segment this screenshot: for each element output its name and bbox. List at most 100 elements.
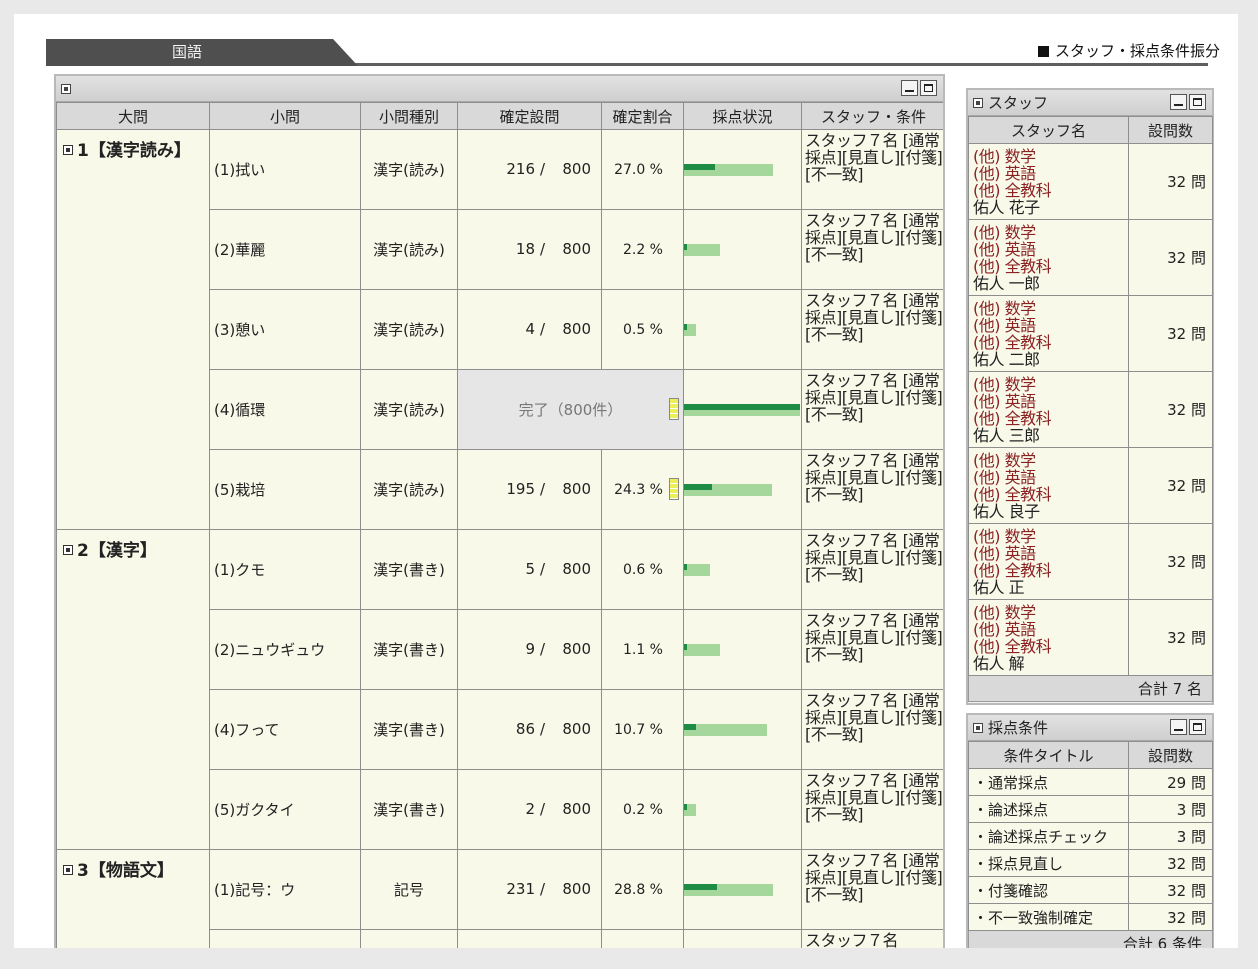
minor-question-cell[interactable]: (5)栽培 [209, 449, 361, 530]
staff-name-cell: (他) 数学 (他) 英語 (他) 全教科 佑人 花子 [968, 143, 1129, 220]
question-grid-header [56, 76, 943, 102]
criteria-row[interactable]: ・付箋確認 32 問 [968, 876, 1213, 904]
staff-question-count: 32 問 [1128, 295, 1213, 372]
criteria-title: ・論述採点 [968, 795, 1129, 823]
maximize-icon[interactable] [1189, 94, 1206, 110]
minor-question-cell[interactable]: (2)ニュウギュウ [209, 609, 361, 690]
minor-question-cell[interactable] [209, 929, 361, 948]
question-row[interactable]: 1【漢字読み】 (1)拭い 漢字(読み) 216/800 27.0 % スタッフ７名 [通… [56, 129, 943, 530]
question-type-cell: 記号 [360, 849, 458, 930]
staff-condition-cell[interactable]: スタッフ７名 [通常採点][見直し][付箋][不一致] [801, 849, 943, 930]
staff-name: 佑人 三郎 [973, 426, 1040, 445]
staff-name-cell: (他) 数学 (他) 英語 (他) 全教科 佑人 解 [968, 599, 1129, 676]
question-table-header-row: 大問 小問 小問種別 確定設問 確定割合 採点状況 スタッフ・条件 [56, 102, 943, 130]
question-type-cell: 漢字(読み) [360, 369, 458, 450]
criteria-question-count: 3 問 [1128, 795, 1213, 823]
criteria-row[interactable]: ・採点見直し 32 問 [968, 849, 1213, 877]
staff-condition-cell[interactable]: スタッフ７名 [通常採点][見直し][付箋][不一致] [801, 289, 943, 370]
criteria-title: ・論述採点チェック [968, 822, 1129, 850]
collapse-icon[interactable] [63, 865, 73, 875]
staff-condition-cell[interactable]: スタッフ７名 [通常採点][見直し][付箋][不一致] [801, 129, 943, 210]
staff-role: (他) 英語 [973, 240, 1036, 259]
staff-row[interactable]: (他) 数学 (他) 英語 (他) 全教科 佑人 一郎 32 問 [968, 219, 1213, 296]
minor-question-cell[interactable]: (5)ガクタイ [209, 769, 361, 850]
minor-question-cell[interactable]: (4)循環 [209, 369, 361, 450]
minor-question-cell[interactable]: (3)憩い [209, 289, 361, 370]
staff-question-count: 32 問 [1128, 599, 1213, 676]
confirmed-count: 86 [515, 720, 535, 738]
staff-condition-cell[interactable]: スタッフ７名 [通常採点][見直し][付箋][不一致] [801, 769, 943, 850]
staff-condition-cell[interactable]: スタッフ７名 [801, 929, 943, 948]
col-header-staff-cond[interactable]: スタッフ・条件 [801, 102, 943, 130]
minor-question-cell[interactable]: (2)華麗 [209, 209, 361, 290]
staff-role: (他) 数学 [973, 603, 1036, 622]
minor-question-cell[interactable]: (1)拭い [209, 129, 361, 210]
staff-name-cell: (他) 数学 (他) 英語 (他) 全教科 佑人 一郎 [968, 219, 1129, 296]
maximize-icon[interactable] [920, 80, 937, 96]
criteria-question-count: 32 問 [1128, 876, 1213, 904]
minor-question-cell[interactable]: (4)フって [209, 689, 361, 770]
staff-assign-link[interactable]: スタッフ・採点条件振分 [1037, 40, 1220, 61]
col-header-confirmed[interactable]: 確定設問 [457, 102, 602, 130]
major-question-cell[interactable]: 1【漢字読み】 [56, 129, 210, 530]
major-question-label: 2【漢字】 [77, 541, 157, 561]
confirmed-ratio-cell: 28.8 % [601, 849, 684, 930]
col-header-type[interactable]: 小問種別 [360, 102, 458, 130]
flag-marker-icon[interactable] [669, 478, 679, 500]
staff-condition-cell[interactable]: スタッフ７名 [通常採点][見直し][付箋][不一致] [801, 449, 943, 530]
staff-row[interactable]: (他) 数学 (他) 英語 (他) 全教科 佑人 解 32 問 [968, 599, 1213, 676]
staff-condition-cell[interactable]: スタッフ７名 [通常採点][見直し][付箋][不一致] [801, 209, 943, 290]
question-row[interactable]: 3【物語文】 (1)記号：ウ 記号 231/ 800 28.8 % スタッフ７名 [通常採点… [56, 849, 943, 948]
major-question-cell[interactable]: 3【物語文】 [56, 849, 210, 948]
subject-tab[interactable]: 国語 [46, 39, 358, 66]
staff-condition-cell[interactable]: スタッフ７名 [通常採点][見直し][付箋][不一致] [801, 369, 943, 450]
flag-marker-icon[interactable] [669, 398, 679, 420]
minor-question-cell[interactable]: (1)記号：ウ [209, 849, 361, 930]
staff-name: 佑人 正 [973, 578, 1025, 597]
panel-toggle-icon[interactable] [973, 723, 983, 733]
staff-row[interactable]: (他) 数学 (他) 英語 (他) 全教科 佑人 三郎 32 問 [968, 371, 1213, 448]
progress-cell [683, 849, 802, 930]
staff-name: 佑人 解 [973, 654, 1025, 673]
confirmed-count-cell: 86/ 800 [457, 689, 602, 770]
count-separator: / [539, 240, 545, 258]
panel-toggle-icon[interactable] [61, 84, 71, 94]
staff-row[interactable]: (他) 数学 (他) 英語 (他) 全教科 佑人 二郎 32 問 [968, 295, 1213, 372]
criteria-row[interactable]: ・不一致強制確定 32 問 [968, 903, 1213, 931]
criteria-row[interactable]: ・論述採点 3 問 [968, 795, 1213, 823]
col-header-criteria-count[interactable]: 設問数 [1128, 741, 1213, 769]
panel-toggle-icon[interactable] [973, 98, 983, 108]
staff-row[interactable]: (他) 数学 (他) 英語 (他) 全教科 佑人 花子 32 問 [968, 143, 1213, 220]
confirmed-count-cell [457, 929, 602, 948]
minimize-icon[interactable] [1170, 719, 1187, 735]
progress-fill [684, 164, 715, 170]
col-header-major[interactable]: 大問 [56, 102, 210, 130]
staff-condition-cell[interactable]: スタッフ７名 [通常採点][見直し][付箋][不一致] [801, 609, 943, 690]
col-header-staff-count[interactable]: 設問数 [1128, 116, 1213, 144]
collapse-icon[interactable] [63, 145, 73, 155]
criteria-row[interactable]: ・論述採点チェック 3 問 [968, 822, 1213, 850]
col-header-staff-name[interactable]: スタッフ名 [968, 116, 1129, 144]
progress-fill [684, 564, 687, 570]
collapse-icon[interactable] [63, 545, 73, 555]
question-row[interactable]: 2【漢字】 (1)クモ 漢字(書き) 5/800 0.6 % スタッフ７名 [通常採点][… [56, 529, 943, 850]
staff-row[interactable]: (他) 数学 (他) 英語 (他) 全教科 佑人 正 32 問 [968, 523, 1213, 600]
col-header-ratio[interactable]: 確定割合 [601, 102, 684, 130]
staff-condition-cell[interactable]: スタッフ７名 [通常採点][見直し][付箋][不一致] [801, 689, 943, 770]
major-question-label: 3【物語文】 [77, 861, 174, 881]
minimize-icon[interactable] [901, 80, 918, 96]
maximize-icon[interactable] [1189, 719, 1206, 735]
staff-condition-cell[interactable]: スタッフ７名 [通常採点][見直し][付箋][不一致] [801, 529, 943, 610]
major-question-cell[interactable]: 2【漢字】 [56, 529, 210, 850]
criteria-row[interactable]: ・通常採点 29 問 [968, 768, 1213, 796]
minimize-icon[interactable] [1170, 94, 1187, 110]
col-header-criteria-title[interactable]: 条件タイトル [968, 741, 1129, 769]
col-header-status[interactable]: 採点状況 [683, 102, 802, 130]
staff-row[interactable]: (他) 数学 (他) 英語 (他) 全教科 佑人 良子 32 問 [968, 447, 1213, 524]
minor-question-cell[interactable]: (1)クモ [209, 529, 361, 610]
progress-cell [683, 449, 802, 530]
criteria-title: ・採点見直し [968, 849, 1129, 877]
col-header-minor[interactable]: 小問 [209, 102, 361, 130]
staff-question-count: 32 問 [1128, 523, 1213, 600]
total-count: 800 [562, 880, 591, 898]
